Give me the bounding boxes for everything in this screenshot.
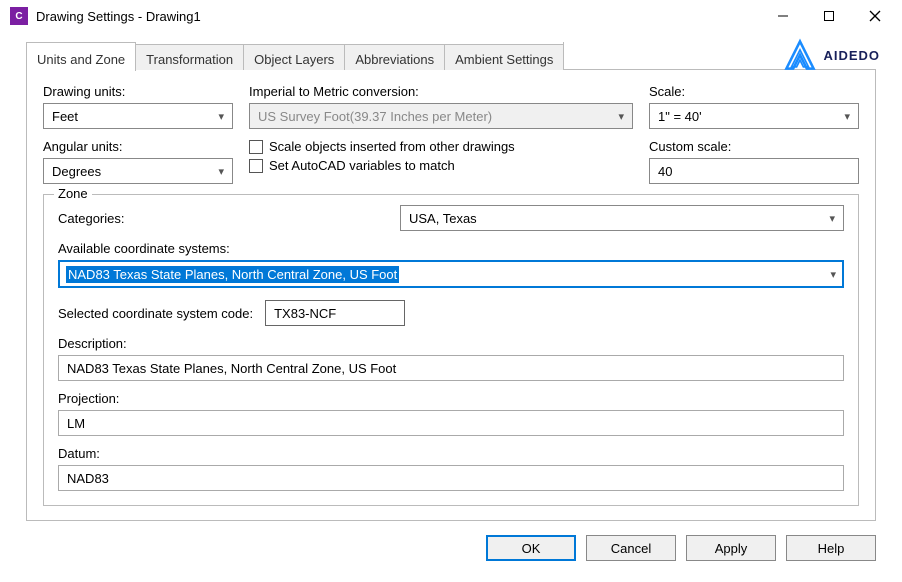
chevron-down-icon: ▾: [829, 212, 835, 225]
brand-text: AIDEDO: [823, 48, 880, 63]
chevron-down-icon: ▾: [618, 110, 624, 123]
watermark-brand: AIDEDO: [783, 38, 880, 72]
close-icon: [869, 10, 881, 22]
brand-logo-icon: [783, 38, 817, 72]
zone-legend: Zone: [54, 186, 92, 201]
available-systems-select[interactable]: NAD83 Texas State Planes, North Central …: [58, 260, 844, 288]
chevron-down-icon: ▾: [844, 110, 850, 123]
set-autocad-label: Set AutoCAD variables to match: [269, 158, 455, 173]
custom-scale-label: Custom scale:: [649, 139, 859, 154]
tab-object-layers[interactable]: Object Layers: [243, 44, 345, 70]
custom-scale-value: 40: [658, 164, 672, 179]
categories-select[interactable]: USA, Texas ▾: [400, 205, 844, 231]
close-button[interactable]: [852, 0, 898, 32]
categories-value: USA, Texas: [409, 211, 477, 226]
projection-label: Projection:: [58, 391, 844, 406]
help-button[interactable]: Help: [786, 535, 876, 561]
button-bar: OK Cancel Apply Help: [0, 521, 902, 575]
tab-abbreviations[interactable]: Abbreviations: [344, 44, 445, 70]
conversion-value: US Survey Foot(39.37 Inches per Meter): [258, 109, 492, 124]
chevron-down-icon: ▾: [218, 110, 224, 123]
angular-units-select[interactable]: Degrees ▾: [43, 158, 233, 184]
angular-units-label: Angular units:: [43, 139, 233, 154]
cancel-button[interactable]: Cancel: [586, 535, 676, 561]
datum-label: Datum:: [58, 446, 844, 461]
maximize-icon: [823, 10, 835, 22]
checkbox-icon: [249, 140, 263, 154]
maximize-button[interactable]: [806, 0, 852, 32]
zone-fieldset: Zone Categories: USA, Texas ▾ Available …: [43, 194, 859, 506]
drawing-units-select[interactable]: Feet ▾: [43, 103, 233, 129]
scale-objects-checkbox[interactable]: Scale objects inserted from other drawin…: [249, 139, 633, 154]
projection-field: LM: [58, 410, 844, 436]
apply-button[interactable]: Apply: [686, 535, 776, 561]
minimize-button[interactable]: [760, 0, 806, 32]
window-title: Drawing Settings - Drawing1: [36, 9, 760, 24]
scale-value: 1" = 40': [658, 109, 702, 124]
app-icon: C: [10, 7, 28, 25]
minimize-icon: [777, 10, 789, 22]
scale-label: Scale:: [649, 84, 859, 99]
dialog-window: C Drawing Settings - Drawing1 AIDEDO Uni…: [0, 0, 902, 582]
tab-transformation[interactable]: Transformation: [135, 44, 244, 70]
datum-field: NAD83: [58, 465, 844, 491]
drawing-units-label: Drawing units:: [43, 84, 233, 99]
chevron-down-icon: ▾: [830, 268, 836, 281]
description-label: Description:: [58, 336, 844, 351]
selected-code-value: TX83-NCF: [274, 306, 336, 321]
ok-button[interactable]: OK: [486, 535, 576, 561]
available-systems-value: NAD83 Texas State Planes, North Central …: [66, 266, 399, 283]
description-field: NAD83 Texas State Planes, North Central …: [58, 355, 844, 381]
tab-bar: Units and Zone Transformation Object Lay…: [26, 42, 876, 70]
scale-objects-label: Scale objects inserted from other drawin…: [269, 139, 515, 154]
chevron-down-icon: ▾: [218, 165, 224, 178]
tab-ambient-settings[interactable]: Ambient Settings: [444, 44, 564, 70]
selected-code-input[interactable]: TX83-NCF: [265, 300, 405, 326]
tab-panel: Drawing units: Feet ▾ Imperial to Metric…: [26, 70, 876, 521]
tab-units-zone[interactable]: Units and Zone: [26, 42, 136, 71]
checkbox-icon: [249, 159, 263, 173]
set-autocad-checkbox[interactable]: Set AutoCAD variables to match: [249, 158, 633, 173]
available-systems-label: Available coordinate systems:: [58, 241, 844, 256]
drawing-units-value: Feet: [52, 109, 78, 124]
categories-label: Categories:: [58, 211, 388, 226]
selected-code-label: Selected coordinate system code:: [58, 306, 253, 321]
scale-select[interactable]: 1" = 40' ▾: [649, 103, 859, 129]
titlebar: C Drawing Settings - Drawing1: [0, 0, 902, 32]
angular-units-value: Degrees: [52, 164, 101, 179]
conversion-select: US Survey Foot(39.37 Inches per Meter) ▾: [249, 103, 633, 129]
custom-scale-input[interactable]: 40: [649, 158, 859, 184]
conversion-label: Imperial to Metric conversion:: [249, 84, 633, 99]
